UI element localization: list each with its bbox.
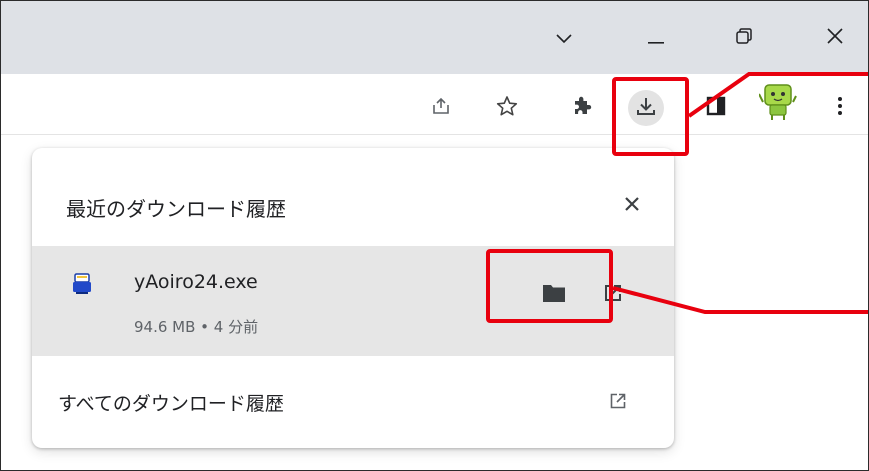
download-button-highlight	[612, 77, 689, 156]
download-callout-line	[687, 72, 869, 118]
folder-button-highlight	[486, 249, 613, 323]
callout-lines	[612, 72, 869, 314]
folder-callout-line	[612, 286, 869, 314]
